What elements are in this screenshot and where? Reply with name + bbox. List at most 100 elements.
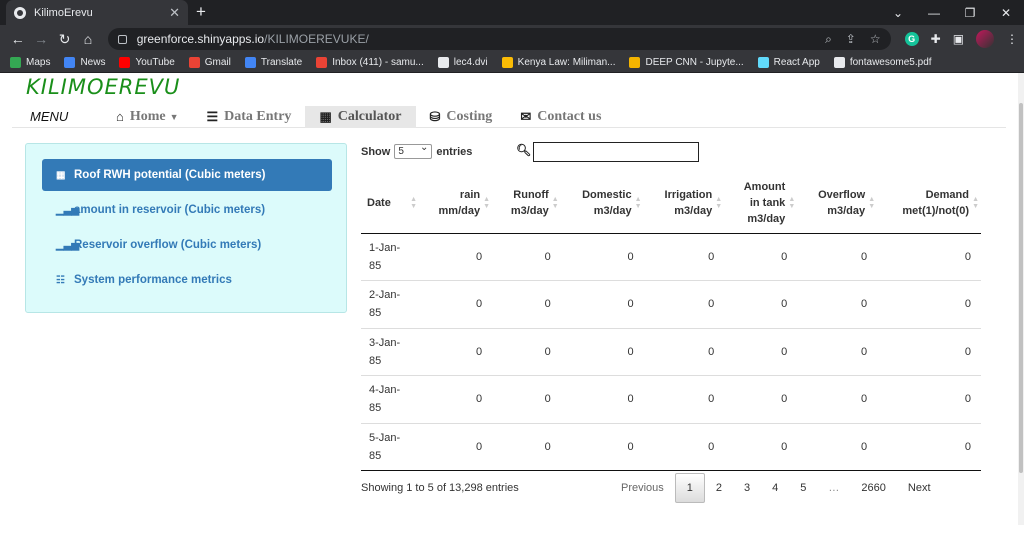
tab-close-icon[interactable]: ✕ — [169, 5, 180, 21]
bookmark-item[interactable]: Gmail — [188, 57, 231, 68]
pagination-page[interactable]: 5 — [789, 473, 817, 503]
column-header[interactable]: Date ▲ ▼ — [361, 173, 419, 234]
value-cell: 0 — [643, 422, 725, 471]
bookmark-item[interactable]: lec4.dvi — [437, 57, 488, 68]
sidebar-item-performance[interactable]: ☷ System performance metrics — [42, 264, 332, 296]
bookmark-favicon-icon — [244, 57, 256, 68]
bookmark-label: Inbox (411) - samu... — [332, 57, 424, 68]
extensions-puzzle-icon[interactable]: ✚ — [931, 32, 941, 46]
entries-label: entries — [436, 145, 473, 158]
minimize-icon[interactable]: — — [916, 0, 952, 25]
table-row: 5-Jan- 85 0 0 0 0 0 0 0 — [361, 422, 981, 471]
date-cell: 5-Jan- 85 — [361, 422, 419, 471]
value-cell: 0 — [724, 422, 798, 471]
bookmark-favicon-icon — [629, 57, 641, 68]
column-header-text: mm/day — [438, 204, 481, 217]
bookmark-star-icon[interactable]: ☆ — [870, 32, 881, 47]
bookmark-item[interactable]: YouTube — [119, 57, 175, 68]
reload-icon[interactable]: ↻ — [53, 31, 76, 48]
new-tab-icon[interactable]: + — [196, 2, 206, 22]
value-cell: 0 — [643, 375, 725, 423]
table-header-row: Date ▲ ▼ rain mm/day ▲ ▼ Runoff m3/day ▲ ▼ Domestic… — [361, 173, 981, 234]
bookmark-item[interactable]: DEEP CNN - Jupyte... — [629, 57, 744, 68]
brand-logo[interactable]: KILIMOEREVU — [26, 75, 180, 99]
home-browser-icon[interactable]: ⌂ — [76, 31, 99, 47]
page-scrollbar[interactable] — [1018, 73, 1024, 525]
bookmark-label: DEEP CNN - Jupyte... — [645, 57, 744, 68]
date-text: 85 — [369, 354, 382, 367]
column-header[interactable]: rain mm/day ▲ ▼ — [419, 173, 493, 234]
value-cell: 0 — [419, 280, 493, 328]
search-input[interactable] — [533, 142, 699, 162]
pagination-page[interactable]: 2 — [705, 473, 733, 503]
forward-icon[interactable]: → — [29, 31, 52, 47]
nav-contact[interactable]: ✉ Contact us — [506, 106, 615, 128]
column-header[interactable]: Runoff m3/day ▲ ▼ — [492, 173, 561, 234]
pagination-next[interactable]: Next — [897, 473, 942, 503]
column-header-text: Date — [367, 196, 391, 209]
bookmark-item[interactable]: Inbox (411) - samu... — [316, 57, 424, 68]
column-header[interactable]: Irrigation m3/day ▲ ▼ — [643, 173, 725, 234]
nav-home[interactable]: ⌂ Home ▼ — [102, 106, 193, 128]
bookmark-item[interactable]: Kenya Law: Miliman... — [501, 57, 615, 68]
results-table: Date ▲ ▼ rain mm/day ▲ ▼ Runoff m3/day ▲ ▼ Domestic… — [361, 173, 981, 471]
pagination-page[interactable]: 1 — [674, 473, 705, 503]
table-row: 1-Jan- 85 0 0 0 0 0 0 0 — [361, 232, 981, 281]
column-header[interactable]: Amount in tank m3/day ▲ ▼ — [724, 173, 798, 234]
restore-icon[interactable]: ❐ — [952, 0, 988, 25]
pagination-page[interactable]: 3 — [733, 473, 761, 503]
share-icon[interactable]: ⇪ — [846, 32, 856, 47]
pagination-page[interactable]: 4 — [761, 473, 789, 503]
address-bar[interactable]: greenforce.shinyapps.io/KILIMOEREVUKE/ ⌕… — [107, 28, 891, 50]
nav-data-entry[interactable]: ☰ Data Entry — [193, 106, 306, 128]
sort-arrows-icon: ▲ ▼ — [551, 195, 559, 210]
chrome-menu-icon[interactable]: ⋮ — [1006, 32, 1018, 46]
bookmark-item[interactable]: React App — [757, 57, 820, 68]
sort-arrows-icon: ▲ ▼ — [483, 195, 491, 210]
column-header-text: rain — [459, 188, 481, 201]
scrollbar-thumb[interactable] — [1019, 103, 1023, 473]
nav-calculator[interactable]: ▦ Calculator — [305, 105, 416, 128]
bookmark-item[interactable]: fontawesome5.pdf — [833, 57, 932, 68]
pagination-previous[interactable]: Previous — [610, 473, 675, 503]
value-cell: 0 — [492, 422, 561, 471]
date-text: 2-Jan- — [369, 289, 401, 302]
sidebar-item-reservoir-overflow[interactable]: ▁▃▅ Reservoir overflow (Cubic meters) — [42, 229, 332, 261]
pagination-page[interactable]: 2660 — [850, 473, 896, 503]
column-header[interactable]: Overflow m3/day ▲ ▼ — [797, 173, 878, 234]
bookmark-item[interactable]: Translate — [244, 57, 302, 68]
sidebar-item-roof-rwh[interactable]: ▦ Roof RWH potential (Cubic meters) — [42, 159, 332, 191]
lock-icon[interactable] — [117, 34, 127, 44]
page-length-select[interactable]: 5 — [394, 142, 433, 159]
date-cell: 1-Jan- 85 — [361, 232, 419, 281]
caret-down-icon: ▼ — [169, 111, 179, 122]
value-cell: 0 — [419, 375, 493, 423]
profile-avatar[interactable] — [976, 30, 995, 48]
bookmark-label: fontawesome5.pdf — [849, 57, 932, 68]
sort-arrows-icon: ▲ ▼ — [788, 195, 796, 210]
value-cell: 0 — [560, 327, 644, 376]
sort-arrows-icon: ▲ ▼ — [410, 195, 417, 210]
bookmark-favicon-icon — [119, 57, 131, 68]
tab-search-icon[interactable]: ⌄ — [880, 0, 916, 25]
browser-tab[interactable]: KilimoErevu ✕ — [6, 0, 188, 25]
value-cell: 0 — [797, 375, 878, 423]
date-cell: 3-Jan- 85 — [361, 327, 419, 376]
column-header[interactable]: Domestic m3/day ▲ ▼ — [560, 173, 644, 234]
column-header-text: m3/day — [747, 212, 786, 225]
column-header[interactable]: Demand met(1)/not(0) ▲ ▼ — [877, 173, 981, 234]
value-cell: 0 — [797, 327, 878, 376]
value-cell: 0 — [560, 280, 644, 328]
sidebar-item-reservoir-amount[interactable]: ▁▃▅ amount in reservoir (Cubic meters) — [42, 194, 332, 226]
bookmark-item[interactable]: Maps — [10, 57, 50, 68]
zoom-icon[interactable]: ⌕ — [825, 32, 832, 47]
close-window-icon[interactable]: ✕ — [988, 0, 1024, 25]
nav-costing[interactable]: ⛁ Costing — [416, 106, 507, 128]
grammarly-icon[interactable]: G — [904, 32, 919, 46]
bar-chart-icon: ▁▃▅ — [56, 204, 80, 216]
value-cell: 0 — [419, 327, 493, 376]
bookmark-item[interactable]: News — [64, 57, 105, 68]
back-icon[interactable]: ← — [6, 31, 29, 47]
side-panel-icon[interactable]: ▣ — [953, 32, 964, 46]
url-host: greenforce.shinyapps.io — [136, 32, 265, 46]
